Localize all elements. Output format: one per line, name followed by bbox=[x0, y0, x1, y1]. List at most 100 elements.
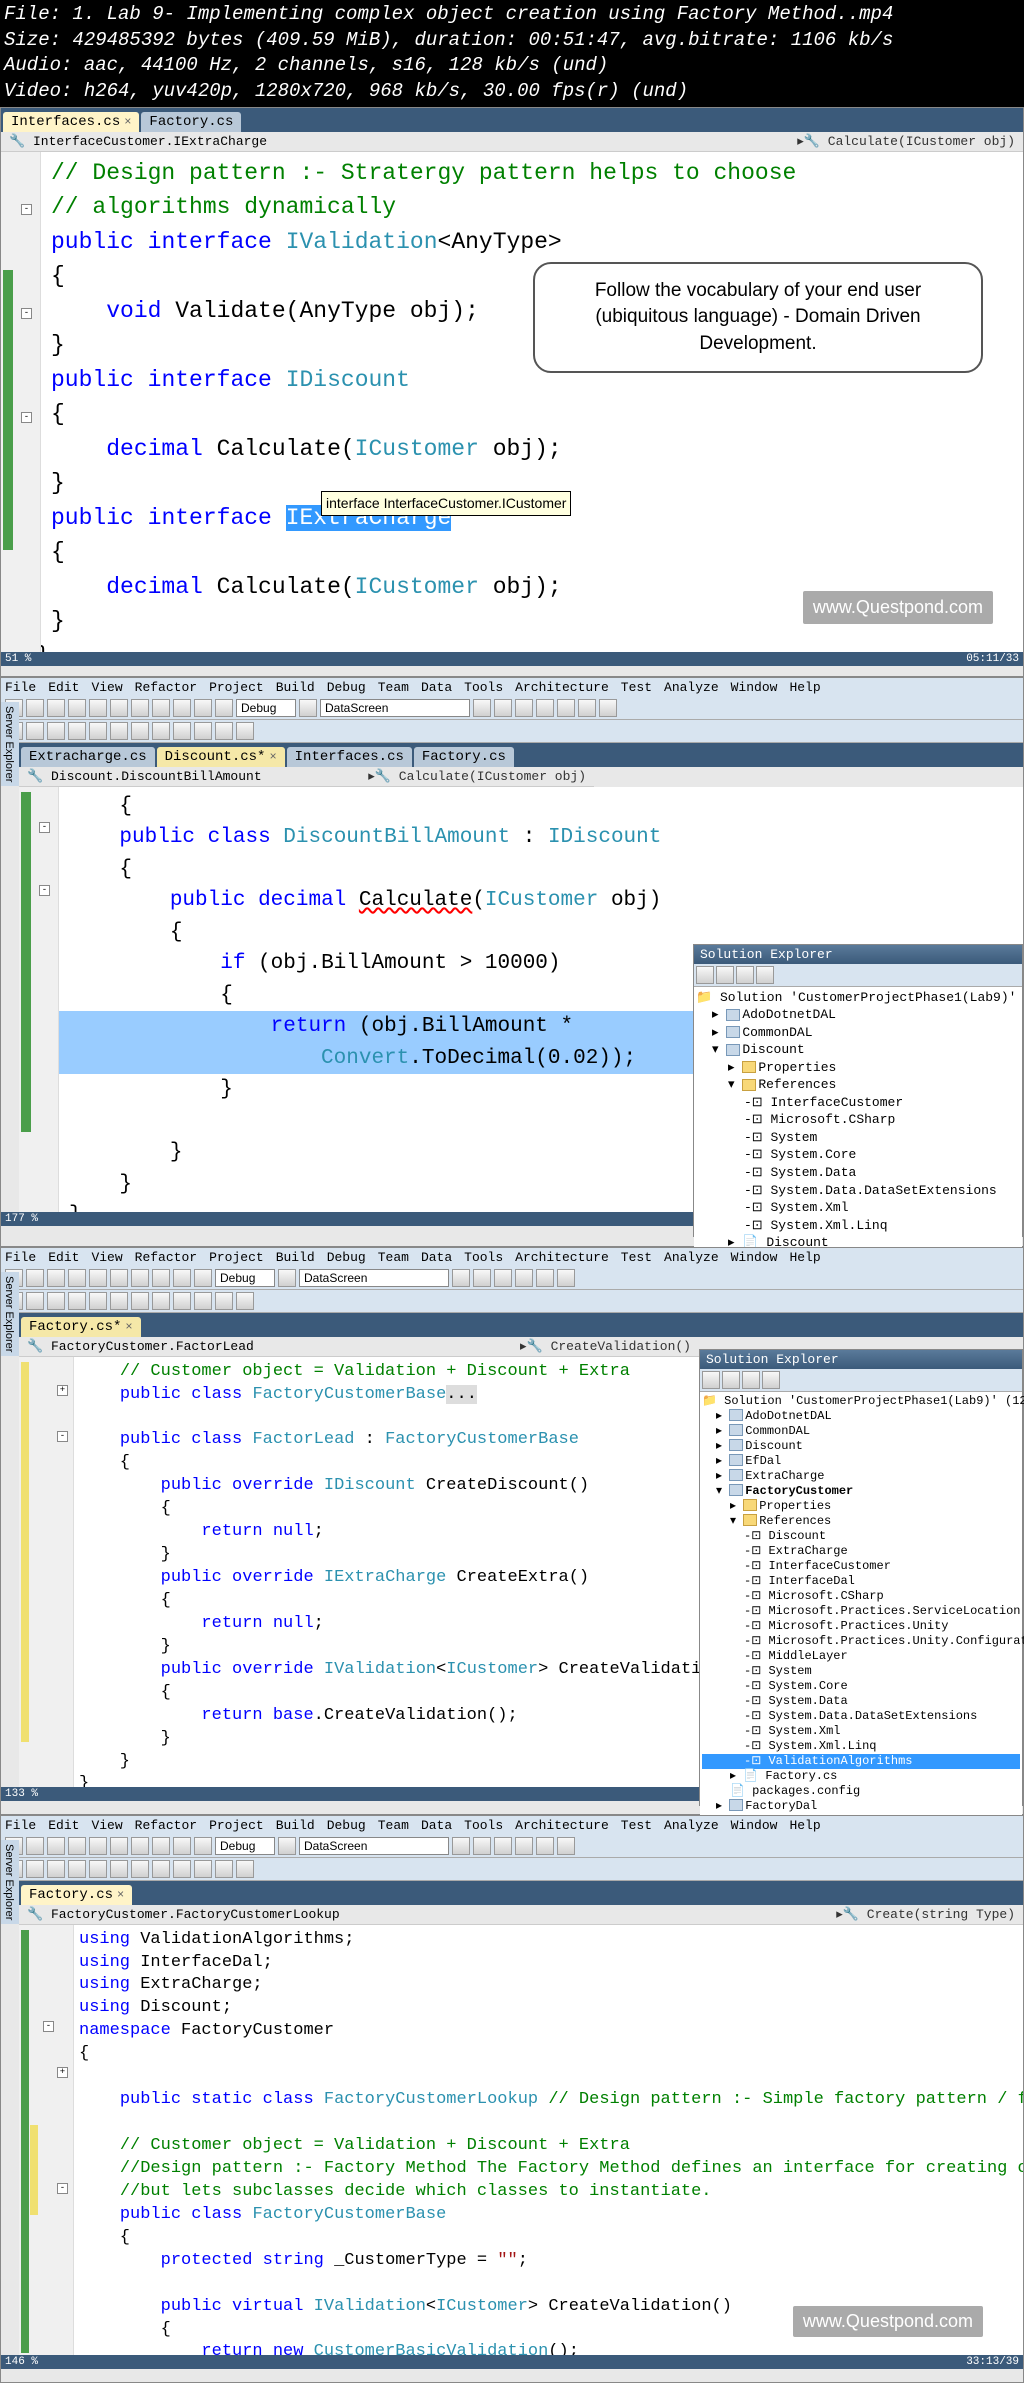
toolbar-button[interactable] bbox=[494, 699, 512, 717]
tree-node[interactable]: ▸ ExtraCharge bbox=[702, 1469, 1020, 1484]
menu-refactor[interactable]: Refactor bbox=[135, 1250, 197, 1265]
tree-node[interactable]: -⊡ System.Xml bbox=[702, 1724, 1020, 1739]
fold-icon[interactable]: - bbox=[43, 2021, 54, 2032]
tree-node[interactable]: -⊡ System.Core bbox=[696, 1146, 1020, 1164]
toolbar-button[interactable] bbox=[194, 1837, 212, 1855]
tree-node[interactable]: ▸ Discount bbox=[702, 1439, 1020, 1454]
toolbar-button[interactable] bbox=[599, 699, 617, 717]
menu-team[interactable]: Team bbox=[378, 680, 409, 695]
toolbar-button[interactable] bbox=[194, 699, 212, 717]
toolbar-button[interactable] bbox=[515, 1269, 533, 1287]
tab-factory[interactable]: Factory.cs bbox=[141, 112, 241, 132]
toolbar-button[interactable] bbox=[131, 722, 149, 740]
toolbar-button[interactable] bbox=[68, 1269, 86, 1287]
menu-help[interactable]: Help bbox=[789, 1818, 820, 1833]
toolbar-button[interactable] bbox=[173, 699, 191, 717]
toolbar-button[interactable] bbox=[110, 722, 128, 740]
tree-node[interactable]: ▸ AdoDotnetDAL bbox=[696, 1006, 1020, 1024]
toolbar-button[interactable] bbox=[89, 722, 107, 740]
toolbar-button[interactable] bbox=[536, 699, 554, 717]
toolbar-button[interactable] bbox=[194, 1860, 212, 1878]
menu-file[interactable]: File bbox=[5, 680, 36, 695]
toolbar-button[interactable] bbox=[131, 1292, 149, 1310]
toolbar-button[interactable] bbox=[536, 1269, 554, 1287]
toolbar-button[interactable] bbox=[89, 1292, 107, 1310]
toolbar-button[interactable] bbox=[194, 1269, 212, 1287]
solution-root[interactable]: 📁 Solution 'CustomerProjectPhase1(Lab9)'… bbox=[702, 1394, 1020, 1409]
tree-node[interactable]: ▸ 📄 Factory.cs bbox=[702, 1769, 1020, 1784]
tree-node[interactable]: ▾ References bbox=[702, 1514, 1020, 1529]
solution-explorer[interactable]: Solution Explorer 📁 Solution 'CustomerPr… bbox=[693, 944, 1023, 1237]
toolbar-button[interactable] bbox=[215, 699, 233, 717]
menu-debug[interactable]: Debug bbox=[327, 1250, 366, 1265]
menu-file[interactable]: File bbox=[5, 1250, 36, 1265]
toolbar-button[interactable] bbox=[47, 1292, 65, 1310]
menu-debug[interactable]: Debug bbox=[327, 1818, 366, 1833]
toolbar-button[interactable] bbox=[152, 1269, 170, 1287]
fold-icon[interactable]: - bbox=[21, 308, 32, 319]
toolbar-button[interactable] bbox=[557, 1269, 575, 1287]
menu-analyze[interactable]: Analyze bbox=[664, 1818, 719, 1833]
tree-node[interactable]: -⊡ System.Core bbox=[702, 1679, 1020, 1694]
toolbar-button[interactable] bbox=[494, 1269, 512, 1287]
toolbar-button[interactable] bbox=[557, 1837, 575, 1855]
breadcrumb-left[interactable]: 🔧 FactoryCustomer.FactoryCustomerLookup bbox=[27, 1907, 340, 1922]
toolbar-button[interactable] bbox=[110, 1837, 128, 1855]
menu-build[interactable]: Build bbox=[276, 1818, 315, 1833]
menu-edit[interactable]: Edit bbox=[48, 1250, 79, 1265]
breadcrumb-right[interactable]: ▸🔧 Calculate(ICustomer obj) bbox=[797, 134, 1015, 149]
menu-test[interactable]: Test bbox=[621, 680, 652, 695]
tab[interactable]: Factory.cs× bbox=[21, 1885, 132, 1905]
tree-node[interactable]: -⊡ MiddleLayer bbox=[702, 1649, 1020, 1664]
toolbar-button[interactable] bbox=[26, 699, 44, 717]
toolbar-button[interactable] bbox=[452, 1837, 470, 1855]
menu-tools[interactable]: Tools bbox=[464, 1250, 503, 1265]
toolbar-button[interactable] bbox=[194, 722, 212, 740]
tree-node[interactable]: -⊡ InterfaceCustomer bbox=[702, 1559, 1020, 1574]
toolbar-button[interactable] bbox=[68, 722, 86, 740]
tree-node[interactable]: -⊡ System.Xml.Linq bbox=[702, 1739, 1020, 1754]
target-combo[interactable]: DataScreen bbox=[299, 1837, 449, 1855]
toolbar-button[interactable] bbox=[47, 1837, 65, 1855]
tree-node[interactable]: -⊡ System.Data.DataSetExtensions bbox=[696, 1182, 1020, 1200]
menu-help[interactable]: Help bbox=[789, 1250, 820, 1265]
side-tab-server-explorer[interactable]: Server Explorer bbox=[1, 1272, 19, 1356]
toolbar-button[interactable] bbox=[557, 699, 575, 717]
toolbar-button[interactable] bbox=[756, 966, 774, 984]
tree-node[interactable]: ▸ Properties bbox=[696, 1059, 1020, 1077]
tree-node[interactable]: -⊡ InterfaceDal bbox=[702, 1574, 1020, 1589]
menu-view[interactable]: View bbox=[91, 680, 122, 695]
menu-window[interactable]: Window bbox=[731, 680, 778, 695]
toolbar-button[interactable] bbox=[742, 1371, 760, 1389]
tree-node[interactable]: ▸ AdoDotnetDAL bbox=[702, 1409, 1020, 1424]
code-editor[interactable]: - - - // Design pattern :- Stratergy pat… bbox=[1, 152, 1023, 652]
toolbar-button[interactable] bbox=[89, 699, 107, 717]
tree-node[interactable]: -⊡ System bbox=[696, 1129, 1020, 1147]
toolbar-button[interactable] bbox=[173, 1860, 191, 1878]
close-icon[interactable]: × bbox=[124, 115, 131, 129]
menu-edit[interactable]: Edit bbox=[48, 1818, 79, 1833]
toolbar-button[interactable] bbox=[716, 966, 734, 984]
menu-edit[interactable]: Edit bbox=[48, 680, 79, 695]
toolbar-button[interactable] bbox=[110, 1269, 128, 1287]
tree-node[interactable]: ▾ FactoryCustomer bbox=[702, 1484, 1020, 1499]
toolbar-button[interactable] bbox=[68, 699, 86, 717]
tree-node[interactable]: -⊡ System bbox=[702, 1664, 1020, 1679]
breadcrumb-right[interactable]: ▸🔧 Calculate(ICustomer obj) bbox=[368, 769, 586, 784]
toolbar-button[interactable] bbox=[473, 1837, 491, 1855]
breadcrumb-right[interactable]: ▸🔧 Create(string Type) bbox=[836, 1907, 1015, 1922]
target-combo[interactable]: DataScreen bbox=[299, 1269, 449, 1287]
tree-node[interactable]: ▾ Discount bbox=[696, 1041, 1020, 1059]
menu-view[interactable]: View bbox=[91, 1250, 122, 1265]
menu-build[interactable]: Build bbox=[276, 1250, 315, 1265]
menu-architecture[interactable]: Architecture bbox=[515, 1250, 609, 1265]
menu-architecture[interactable]: Architecture bbox=[515, 680, 609, 695]
toolbar-button[interactable] bbox=[152, 1837, 170, 1855]
menu-data[interactable]: Data bbox=[421, 1250, 452, 1265]
toolbar-button[interactable] bbox=[494, 1837, 512, 1855]
side-tab-server-explorer[interactable]: Server Explorer bbox=[1, 702, 19, 786]
menu-test[interactable]: Test bbox=[621, 1250, 652, 1265]
tab[interactable]: Interfaces.cs bbox=[287, 747, 412, 767]
breadcrumb-left[interactable]: 🔧 Discount.DiscountBillAmount bbox=[27, 769, 262, 784]
toolbar-button[interactable] bbox=[47, 1269, 65, 1287]
